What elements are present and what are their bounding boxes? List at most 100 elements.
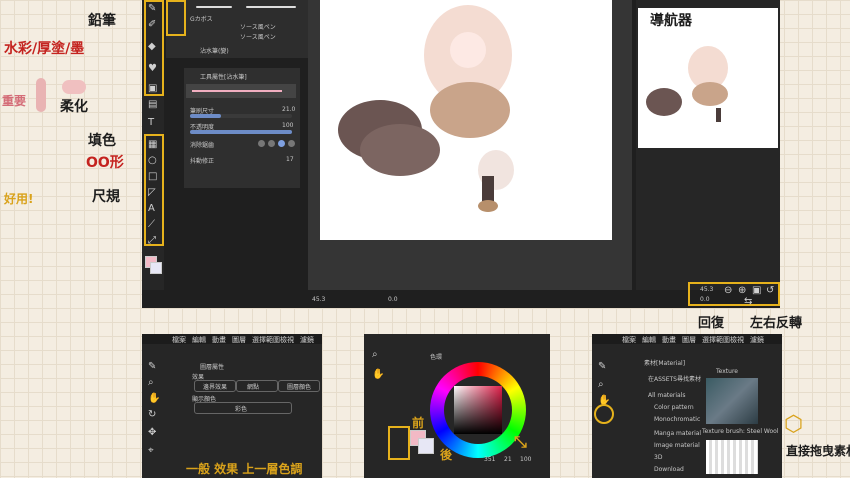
zoom-out-icon[interactable]: ⊖ <box>724 286 732 296</box>
subtool-group-highlight <box>166 0 186 36</box>
rotate-reset-icon[interactable]: ↺ <box>766 286 774 296</box>
note-materials: 直接拖曳素材 <box>786 444 850 458</box>
menu-file[interactable]: 檔案 <box>172 335 186 345</box>
color-s-value[interactable]: 21 <box>504 456 512 463</box>
menu-edit[interactable]: 編輯 <box>192 335 206 345</box>
material-item-image[interactable]: Image material <box>654 442 700 449</box>
menu-anim[interactable]: 動畫 <box>212 335 226 345</box>
color-wheel-title: 色環 <box>430 354 443 361</box>
brush-tab-2[interactable]: ソース風ペン <box>240 22 276 31</box>
m-menu-edit[interactable]: 編輯 <box>642 335 656 345</box>
box-sketch-icon: ⬡ <box>784 412 804 437</box>
saturation-square[interactable] <box>454 386 502 434</box>
menu-layer[interactable]: 圖層 <box>232 335 246 345</box>
brush-item-1[interactable]: 沾水筆(變) <box>200 46 229 55</box>
note-fill: 填色 <box>88 133 116 149</box>
material-item-3d[interactable]: 3D <box>654 454 662 461</box>
m-menu-view[interactable]: 檢視 <box>730 335 744 345</box>
pink-swatch-blob <box>62 80 86 94</box>
color-v-value[interactable]: 100 <box>520 456 531 463</box>
material-item-download[interactable]: Download <box>654 466 684 473</box>
zoom-tool-icon[interactable]: ⌕ <box>148 378 154 388</box>
note-pencil: 鉛筆 <box>88 13 116 29</box>
material-item-color[interactable]: Color pattern <box>654 404 694 411</box>
antialias-label: 消除鋸齒 <box>190 142 215 149</box>
border-effect-button[interactable]: 邊界效果 <box>194 380 236 392</box>
pen-tools-highlight <box>144 0 164 96</box>
opacity-slider[interactable] <box>190 130 292 134</box>
material-tool-highlight <box>594 404 614 424</box>
status-zoom[interactable]: 45.3 <box>312 296 325 303</box>
m-menu-filter[interactable]: 濾鏡 <box>750 335 764 345</box>
texture-tab[interactable]: Texture <box>716 368 738 375</box>
stabilization-label: 抖動修正 <box>190 158 215 165</box>
sub-color-swatch[interactable] <box>150 262 162 274</box>
m-menu-layer[interactable]: 圖層 <box>682 335 696 345</box>
move-tool-icon[interactable]: ✥ <box>148 428 156 438</box>
color-h-value[interactable]: 351 <box>484 456 495 463</box>
opacity-value[interactable]: 100 <box>282 122 293 129</box>
pen-tool-icon-2[interactable]: ✎ <box>148 362 156 372</box>
note-layer-effect: 一般 效果 上一層色調 <box>186 462 303 476</box>
brush-list-panel <box>166 0 308 58</box>
eyedropper-tool-icon[interactable]: ⌖ <box>148 446 154 456</box>
menu-view[interactable]: 檢視 <box>280 335 294 345</box>
nav-angle[interactable]: 0.0 <box>700 296 710 303</box>
menu-select[interactable]: 選擇範圍 <box>252 335 280 345</box>
note-back: 後 <box>440 448 453 462</box>
text-tool-icon[interactable]: T <box>148 118 154 128</box>
brush-tab-3[interactable]: ソース風ペン <box>240 32 276 41</box>
hand-tool-icon[interactable]: ✋ <box>148 394 160 404</box>
material-item-manga[interactable]: Manga material <box>654 430 701 437</box>
note-blend: 柔化 <box>60 99 88 115</box>
note-undo: 回復 <box>698 316 725 331</box>
pen-tool-icon-3[interactable]: ✎ <box>598 362 606 372</box>
note-flip: 左右反轉 <box>750 316 803 331</box>
antialias-options[interactable] <box>258 140 295 148</box>
texture-caption: Texture brush: Steel Wool <box>702 428 779 435</box>
fit-icon[interactable]: ▣ <box>752 286 761 296</box>
rotate-tool-icon[interactable]: ↻ <box>148 410 156 420</box>
texture-preview[interactable] <box>706 378 758 424</box>
material-window-menubar: 檔案 編輯 動畫 圖層 選擇範圍 檢視 濾鏡 <box>592 334 782 344</box>
note-front: 前 <box>412 416 425 430</box>
expression-select[interactable]: 彩色 <box>194 402 292 414</box>
material-title: 素材[Material] <box>644 360 686 367</box>
canvas-status-bar: 45.3 0.0 <box>308 294 638 304</box>
drawing-canvas[interactable] <box>320 0 612 240</box>
flip-horizontal-icon[interactable]: ⇆ <box>744 297 752 307</box>
material-item-mono[interactable]: Monochromatic <box>654 416 700 423</box>
zoom-tool-icon-3[interactable]: ⌕ <box>598 380 604 390</box>
layer-window-menubar: 檔案 編輯 動畫 圖層 選擇範圍 檢視 濾鏡 <box>142 334 322 344</box>
note-navigator: 導航器 <box>650 13 692 29</box>
layer-color-button[interactable]: 圖層顏色 <box>278 380 320 392</box>
sub-color-swatch-2[interactable] <box>418 438 434 454</box>
pink-brush-stroke <box>36 78 46 112</box>
hand-tool-icon-2[interactable]: ✋ <box>372 370 384 380</box>
menu-filter[interactable]: 濾鏡 <box>300 335 314 345</box>
tools-highlight <box>144 134 164 246</box>
nav-zoom[interactable]: 45.3 <box>700 286 713 293</box>
texture-preview-2[interactable] <box>706 440 758 474</box>
zoom-in-icon[interactable]: ⊕ <box>738 286 746 296</box>
brush-size-value[interactable]: 21.0 <box>282 106 295 113</box>
brush-tab-1[interactable]: Gカボス <box>190 14 213 23</box>
tool-property-title: 工具屬性[沾水筆] <box>200 74 247 81</box>
brush-stroke-preview <box>196 6 232 8</box>
color-swatch-highlight <box>388 426 410 460</box>
material-item-all[interactable]: All materials <box>648 392 686 399</box>
brush-size-slider[interactable] <box>190 114 292 118</box>
gradient-tool-icon[interactable]: ▤ <box>148 100 157 110</box>
tone-button[interactable]: 網點 <box>236 380 278 392</box>
status-angle[interactable]: 0.0 <box>388 296 398 303</box>
note-ruler: 尺規 <box>92 189 120 205</box>
character-illustration <box>338 5 514 212</box>
note-left-mid: 好用! <box>4 192 34 206</box>
m-menu-select[interactable]: 選擇範圍 <box>702 335 730 345</box>
m-menu-anim[interactable]: 動畫 <box>662 335 676 345</box>
m-menu-file[interactable]: 檔案 <box>622 335 636 345</box>
zoom-tool-icon-2[interactable]: ⌕ <box>372 350 378 360</box>
layer-property-title: 圖層屬性 <box>200 364 225 371</box>
stabilization-value[interactable]: 17 <box>286 156 294 163</box>
material-search[interactable]: 在ASSETS尋找素材 <box>648 374 701 383</box>
